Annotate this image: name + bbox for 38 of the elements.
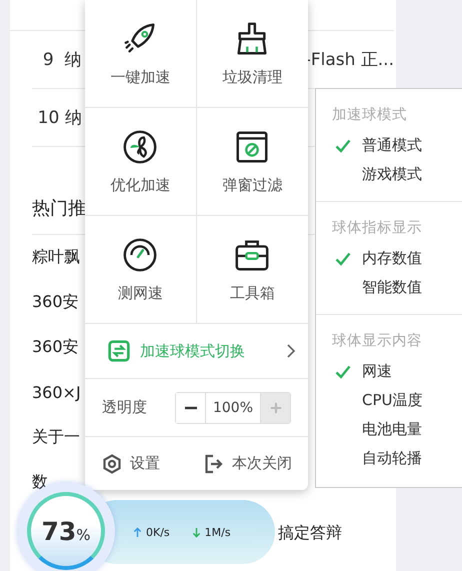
menu-item[interactable]: 自动轮播 <box>316 444 462 473</box>
article-title[interactable]: 360×J <box>32 383 81 402</box>
download-speed: 1M/s <box>192 526 231 538</box>
article-title[interactable]: 关于一 <box>32 427 80 448</box>
rocket-tile[interactable]: 一键加速 <box>85 0 196 108</box>
menu-item[interactable]: 智能数值 <box>316 273 462 302</box>
chevron-right-icon <box>286 343 296 359</box>
arrow-down-icon <box>192 526 201 538</box>
memory-percent: 73% <box>41 516 91 546</box>
list-text: 纳 <box>64 49 82 71</box>
settings-icon <box>102 454 122 474</box>
plus-icon <box>270 402 282 414</box>
upload-speed: 0K/s <box>133 526 170 538</box>
menu-item[interactable]: 内存数值 <box>316 244 462 273</box>
list-text: 纳 <box>65 107 82 129</box>
broom-tile[interactable]: 垃圾清理 <box>196 0 308 108</box>
article-title[interactable]: 粽叶飘 <box>32 247 80 268</box>
swap-icon <box>108 340 130 362</box>
arrow-up-icon <box>133 526 142 538</box>
fan-icon <box>121 128 160 166</box>
gauge-tile[interactable]: 测网速 <box>85 216 196 323</box>
article-title[interactable]: 360安 <box>32 292 79 313</box>
settings-button[interactable]: 设置 <box>100 450 162 478</box>
transparency-label: 透明度 <box>102 398 148 417</box>
menu-section-title: 球体显示内容 <box>331 332 423 351</box>
close-button[interactable]: 本次关闭 <box>202 450 294 478</box>
menu-item[interactable]: 网速 <box>316 357 462 386</box>
menu-item[interactable]: 电池电量 <box>316 415 462 444</box>
exit-icon <box>204 454 224 474</box>
fan-tile[interactable]: 优化加速 <box>85 108 196 216</box>
menu-section-title: 加速球模式 <box>331 106 408 125</box>
row-number: 10 <box>36 108 60 128</box>
row-number: 9 <box>42 50 55 70</box>
menu-item[interactable]: CPU温度 <box>316 386 462 415</box>
article-title[interactable]: 搞定答辩 <box>278 522 342 544</box>
article-title[interactable]: 360安 <box>32 337 79 358</box>
speedometer-icon <box>121 236 160 274</box>
popup-tile[interactable]: 弹窗过滤 <box>196 108 308 216</box>
